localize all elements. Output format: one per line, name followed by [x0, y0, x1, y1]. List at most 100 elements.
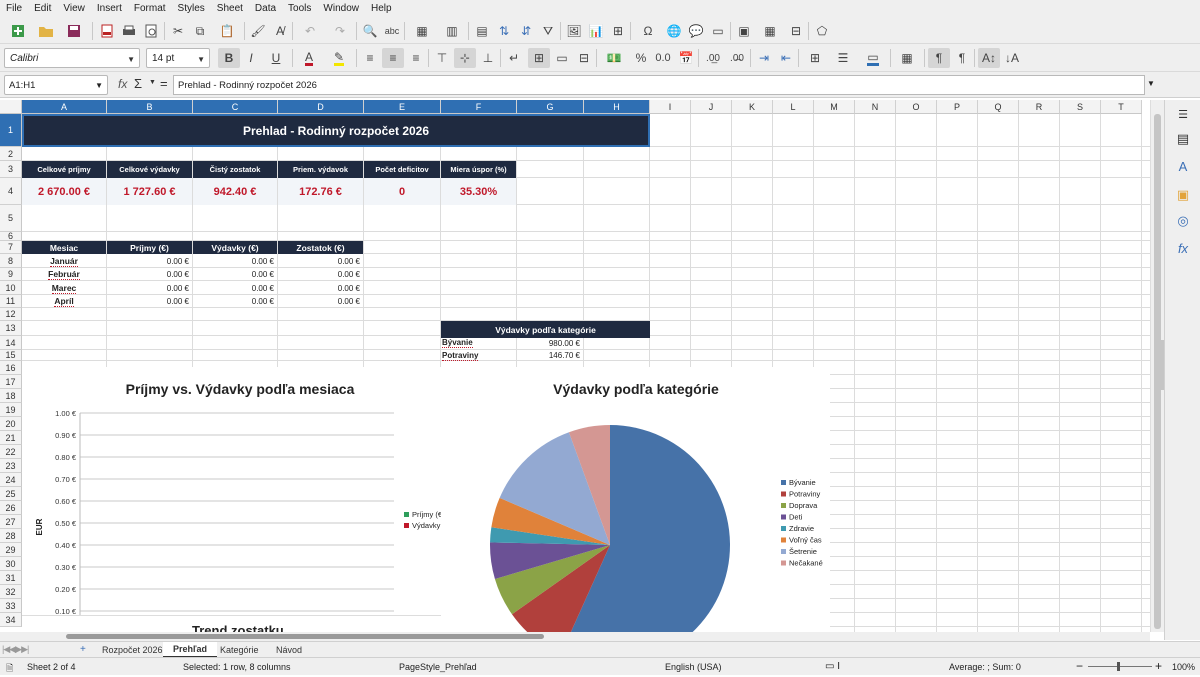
column-header-L[interactable]: L — [773, 100, 814, 114]
highlight-color-icon[interactable]: ✎ — [324, 48, 354, 68]
row-header-15[interactable]: 15 — [0, 350, 22, 361]
merge-cells-icon[interactable]: ▭ — [552, 48, 572, 68]
column-header-F[interactable]: F — [441, 100, 517, 114]
properties-icon[interactable]: ▤ — [1174, 130, 1192, 148]
number-format-icon[interactable]: 0.0 — [652, 48, 674, 68]
kpi-value-cell[interactable]: 2 670.00 € — [22, 178, 106, 205]
left-to-right-icon[interactable]: ¶ — [928, 48, 950, 68]
add-decimal-icon[interactable]: .0̲0 — [702, 48, 724, 68]
tab-0[interactable]: Rozpočet 2026 — [92, 642, 173, 658]
category-value-cell[interactable]: 146.70 € — [517, 350, 583, 361]
column-header-C[interactable]: C — [193, 100, 278, 114]
row-header-29[interactable]: 29 — [0, 543, 22, 557]
month-cell-income[interactable]: 0.00 € — [107, 268, 192, 281]
row-header-4[interactable]: 4 — [0, 178, 22, 205]
column-header-G[interactable]: G — [517, 100, 584, 114]
row-header-7[interactable]: 7 — [0, 241, 22, 254]
row-header-28[interactable]: 28 — [0, 529, 22, 543]
row-header-2[interactable]: 2 — [0, 147, 22, 161]
column-header-K[interactable]: K — [732, 100, 773, 114]
month-cell-income[interactable]: 0.00 € — [107, 295, 192, 308]
horizontal-scroll-thumb[interactable] — [66, 634, 544, 639]
sheet-title-cell[interactable]: Prehlad - Rodinný rozpočet 2026 — [22, 114, 650, 147]
add-sheet-icon[interactable]: + — [80, 644, 86, 655]
column-header-B[interactable]: B — [107, 100, 193, 114]
row-header-33[interactable]: 33 — [0, 599, 22, 613]
formula-icon[interactable]: = — [160, 76, 168, 91]
column-header-H[interactable]: H — [584, 100, 650, 114]
delete-decimal-icon[interactable]: .0̶0 — [726, 48, 748, 68]
autofilter-icon[interactable]: ⛛ — [538, 21, 558, 41]
tab-scroll-arrows[interactable]: |◀◀▶▶| — [2, 644, 29, 655]
print-preview-icon[interactable] — [141, 21, 161, 41]
menu-item-6[interactable]: Sheet — [211, 3, 249, 14]
kpi-label-cell[interactable]: Celkové výdavky — [107, 161, 192, 178]
row-header-19[interactable]: 19 — [0, 403, 22, 417]
column-header-R[interactable]: R — [1019, 100, 1060, 114]
menu-item-8[interactable]: Tools — [282, 3, 317, 14]
function-wizard-icon[interactable]: fx — [118, 77, 127, 91]
row-header-27[interactable]: 27 — [0, 515, 22, 529]
align-left-icon[interactable]: ≡ — [360, 48, 380, 68]
menu-item-3[interactable]: Insert — [91, 3, 128, 14]
language-status[interactable]: English (USA) — [665, 662, 722, 672]
kpi-value-cell[interactable]: 35.30% — [441, 178, 516, 205]
copy-icon[interactable]: ⧉ — [190, 21, 210, 41]
balance-trend-chart[interactable]: Trend zostatku — [22, 615, 460, 632]
currency-format-icon[interactable]: 💵 — [600, 48, 628, 68]
kpi-value-cell[interactable]: 1 727.60 € — [107, 178, 192, 205]
menu-item-4[interactable]: Format — [128, 3, 172, 14]
zoom-level[interactable]: 100% — [1172, 662, 1195, 672]
pivot-table-icon[interactable]: ⊞ — [608, 21, 628, 41]
align-top-icon[interactable]: ⊤ — [432, 48, 452, 68]
clone-formatting-icon[interactable]: 🖌 — [248, 21, 268, 41]
category-pie-chart[interactable]: Výdavky podľa kategórie Bývanie Potraviny D… — [441, 367, 830, 632]
column-header-N[interactable]: N — [855, 100, 896, 114]
menu-item-9[interactable]: Window — [317, 3, 365, 14]
tab-1[interactable]: Prehľad — [163, 642, 217, 658]
row-header-1[interactable]: 1 — [0, 114, 22, 147]
italic-icon[interactable]: I — [242, 48, 260, 68]
sidebar-menu-icon[interactable]: ☰ — [1174, 106, 1192, 124]
zoom-in-icon[interactable]: + — [1155, 659, 1162, 673]
row-icon[interactable]: ▦ — [408, 21, 436, 41]
row-header-6[interactable]: 6 — [0, 232, 22, 241]
row-header-10[interactable]: 10 — [0, 281, 22, 295]
merge-center-icon[interactable]: ⊞ — [528, 48, 550, 68]
wrap-text-icon[interactable]: ↵ — [504, 48, 524, 68]
row-header-17[interactable]: 17 — [0, 375, 22, 389]
kpi-value-cell[interactable]: 942.40 € — [193, 178, 277, 205]
row-header-13[interactable]: 13 — [0, 321, 22, 336]
borders-icon[interactable]: ⊞ — [802, 48, 828, 68]
row-header-18[interactable]: 18 — [0, 389, 22, 403]
underline-icon[interactable]: U — [262, 48, 290, 68]
month-cell-income[interactable]: 0.00 € — [107, 254, 192, 268]
kpi-label-cell[interactable]: Miera úspor (%) — [441, 161, 516, 178]
column-header-E[interactable]: E — [364, 100, 441, 114]
column-header-S[interactable]: S — [1060, 100, 1101, 114]
month-cell-name[interactable]: Marec — [22, 281, 106, 295]
formula-input[interactable]: Prehlad - Rodinný rozpočet 2026 — [173, 75, 1145, 95]
tab-2[interactable]: Kategórie — [210, 642, 269, 658]
kpi-label-cell[interactable]: Priem. výdavok — [278, 161, 363, 178]
month-cell-income[interactable]: 0.00 € — [107, 281, 192, 295]
month-cell-name[interactable]: Január — [22, 254, 106, 268]
menu-item-0[interactable]: File — [0, 3, 28, 14]
save-icon[interactable] — [62, 21, 86, 41]
menu-item-5[interactable]: Styles — [172, 3, 211, 14]
row-header-14[interactable]: 14 — [0, 336, 22, 350]
align-center-icon[interactable]: ≡ — [382, 48, 404, 68]
align-right-icon[interactable]: ≡ — [406, 48, 426, 68]
vertical-text-icon[interactable]: ↓A — [1002, 48, 1022, 68]
menu-item-10[interactable]: Help — [365, 3, 398, 14]
row-header-30[interactable]: 30 — [0, 557, 22, 571]
row-header-21[interactable]: 21 — [0, 431, 22, 445]
zoom-out-icon[interactable]: − — [1076, 659, 1083, 673]
increase-indent-icon[interactable]: ⇥ — [754, 48, 774, 68]
month-cell-name[interactable]: Apríl — [22, 295, 106, 308]
kpi-label-cell[interactable]: Celkové príjmy — [22, 161, 106, 178]
expand-formula-icon[interactable]: ▼ — [1147, 79, 1155, 88]
row-header-5[interactable]: 5 — [0, 205, 22, 232]
name-box[interactable]: A1:H1 ▼ — [4, 75, 108, 95]
month-cell-balance[interactable]: 0.00 € — [278, 281, 363, 295]
